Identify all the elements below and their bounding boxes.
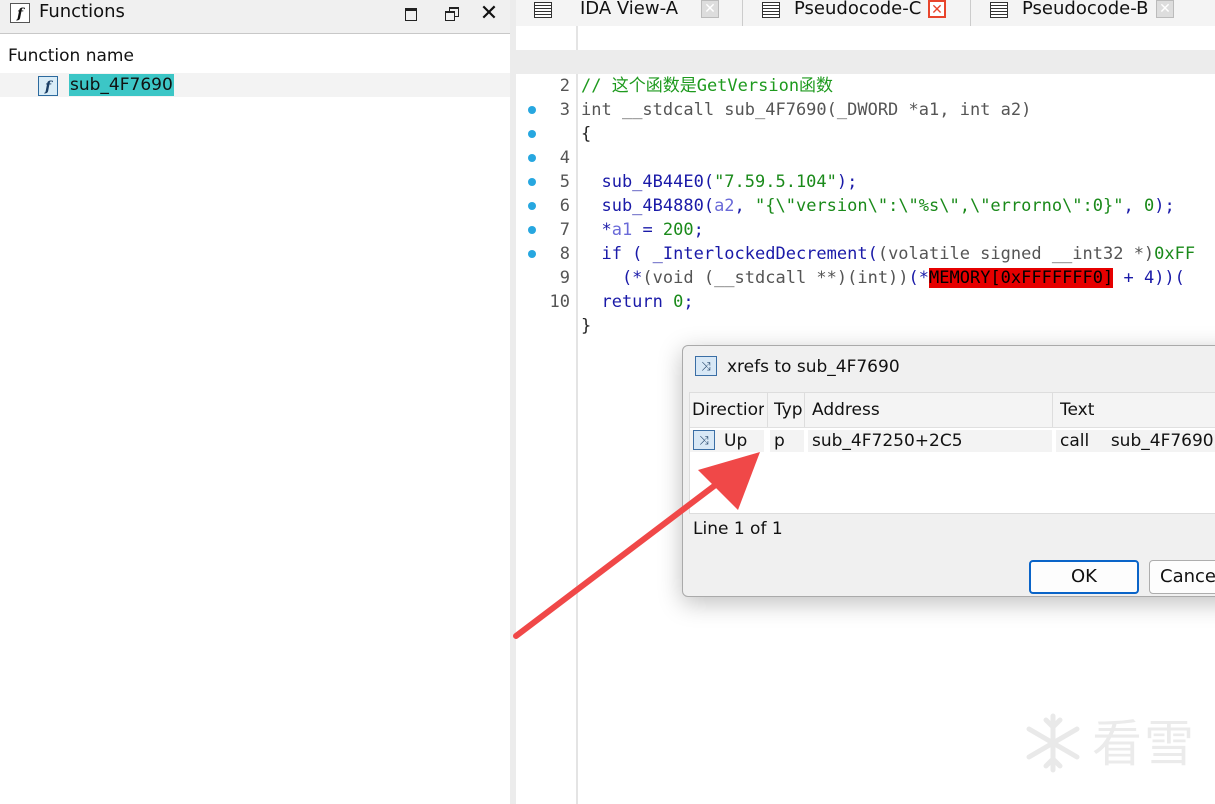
column-header-address[interactable]: Address	[812, 399, 1042, 421]
column-divider[interactable]	[1052, 393, 1053, 427]
column-divider[interactable]	[767, 393, 768, 427]
breakpoint-dot-icon[interactable]	[528, 130, 536, 138]
xref-address: sub_4F7250+2C5	[812, 431, 963, 451]
code-keyword: return	[581, 292, 674, 312]
code-line-5[interactable]: 5 sub_4B4880(a2, "{\"version\":\"%s\",\"…	[516, 122, 1215, 216]
column-header-text[interactable]: Text	[1060, 399, 1215, 421]
code-text: }	[581, 316, 592, 336]
tab-pseudocode-b[interactable]: Pseudocode-B ✕	[990, 0, 1215, 26]
cancel-button[interactable]: Cancel	[1149, 560, 1215, 594]
tab-separator	[970, 0, 971, 26]
xref-text: call sub_4F7690;	[1060, 431, 1215, 451]
xref-icon: ⤨	[695, 356, 717, 376]
annotation-arrow	[513, 452, 760, 639]
function-name[interactable]: sub_4F7690	[69, 74, 174, 96]
column-header-direction[interactable]: Direction	[692, 399, 764, 421]
code-line-1[interactable]: 1 // 这个函数是GetVersion函数	[516, 26, 1215, 96]
code-line-2[interactable]: 2 int __stdcall sub_4F7690(_DWORD *a1, i…	[516, 50, 1215, 120]
code-punct: (*	[908, 268, 930, 288]
code-cast: (void (__stdcall **)(int))	[642, 268, 909, 288]
code-line-7[interactable]: 7 if ( _InterlockedDecrement((volatile s…	[516, 170, 1215, 264]
tab-close-icon[interactable]: ✕	[701, 0, 719, 18]
tab-close-icon[interactable]: ✕	[1156, 0, 1174, 18]
tab-label: Pseudocode-C	[794, 0, 922, 19]
xref-table-header: Direction Type Address Text	[690, 393, 1215, 428]
code-line-3[interactable]: 3 {	[516, 74, 1215, 144]
tab-separator	[742, 0, 743, 26]
memory-highlight: MEMORY[0xFFFFFFF0]	[929, 268, 1114, 288]
watermark-text: 看雪	[1092, 715, 1196, 773]
tab-label: IDA View-A	[580, 0, 679, 19]
close-panel-button[interactable]: ✕	[478, 3, 500, 25]
functions-header: f Functions ✕	[0, 0, 510, 34]
code-punct: (*	[581, 268, 643, 288]
tab-ida-view-a[interactable]: IDA View-A ✕	[534, 0, 744, 26]
code-line-4[interactable]: 4 sub_4B44E0("7.59.5.104");	[516, 98, 1215, 192]
code-punct: + 4))(	[1113, 268, 1185, 288]
code-line-8[interactable]: 8 (*(void (__stdcall **)(int))(*MEMORY[0…	[516, 194, 1215, 288]
functions-title: Functions	[39, 1, 125, 22]
breakpoint-dot-icon[interactable]	[528, 154, 536, 162]
maximize-button[interactable]	[400, 3, 422, 25]
restore-button[interactable]	[441, 3, 463, 25]
function-name-column-header[interactable]: Function name	[8, 45, 134, 67]
tab-close-icon[interactable]: ✕	[928, 0, 946, 18]
function-list-item[interactable]: f sub_4F7690	[0, 73, 510, 97]
breakpoint-dot-icon[interactable]	[528, 202, 536, 210]
code-punct: ;	[683, 292, 694, 312]
code-line-10[interactable]: 10 }	[516, 242, 1215, 336]
breakpoint-dot-icon[interactable]	[528, 250, 536, 258]
tab-bar: IDA View-A ✕ Pseudocode-C ✕ Pseudocode-B…	[516, 0, 1215, 27]
listing-icon	[534, 2, 552, 18]
breakpoint-dot-icon[interactable]	[528, 226, 536, 234]
function-f-icon: f	[38, 76, 58, 96]
code-line-9[interactable]: 9 return 0;	[516, 218, 1215, 312]
line-number: 10	[549, 292, 570, 312]
listing-icon	[990, 2, 1008, 18]
watermark: 看雪	[1020, 710, 1210, 780]
code-number: 0	[673, 292, 684, 312]
column-header-type[interactable]: Type	[774, 399, 802, 421]
ok-button[interactable]: OK	[1029, 560, 1139, 594]
dialog-title: xrefs to sub_4F7690	[727, 357, 900, 377]
functions-panel: f Functions ✕ Function name f sub_4F7690	[0, 0, 510, 804]
column-divider[interactable]	[804, 393, 805, 427]
listing-icon	[762, 2, 780, 18]
arrow-head	[698, 452, 760, 510]
arrow-shaft	[513, 477, 725, 639]
function-f-icon: f	[10, 3, 30, 23]
snowflake-icon	[1026, 713, 1080, 773]
code-line-6[interactable]: 6 *a1 = 200;	[516, 146, 1215, 240]
breakpoint-dot-icon[interactable]	[528, 178, 536, 186]
tab-label: Pseudocode-B	[1022, 0, 1149, 19]
tab-pseudocode-c[interactable]: Pseudocode-C ✕	[762, 0, 972, 26]
breakpoint-dot-icon[interactable]	[528, 106, 536, 114]
